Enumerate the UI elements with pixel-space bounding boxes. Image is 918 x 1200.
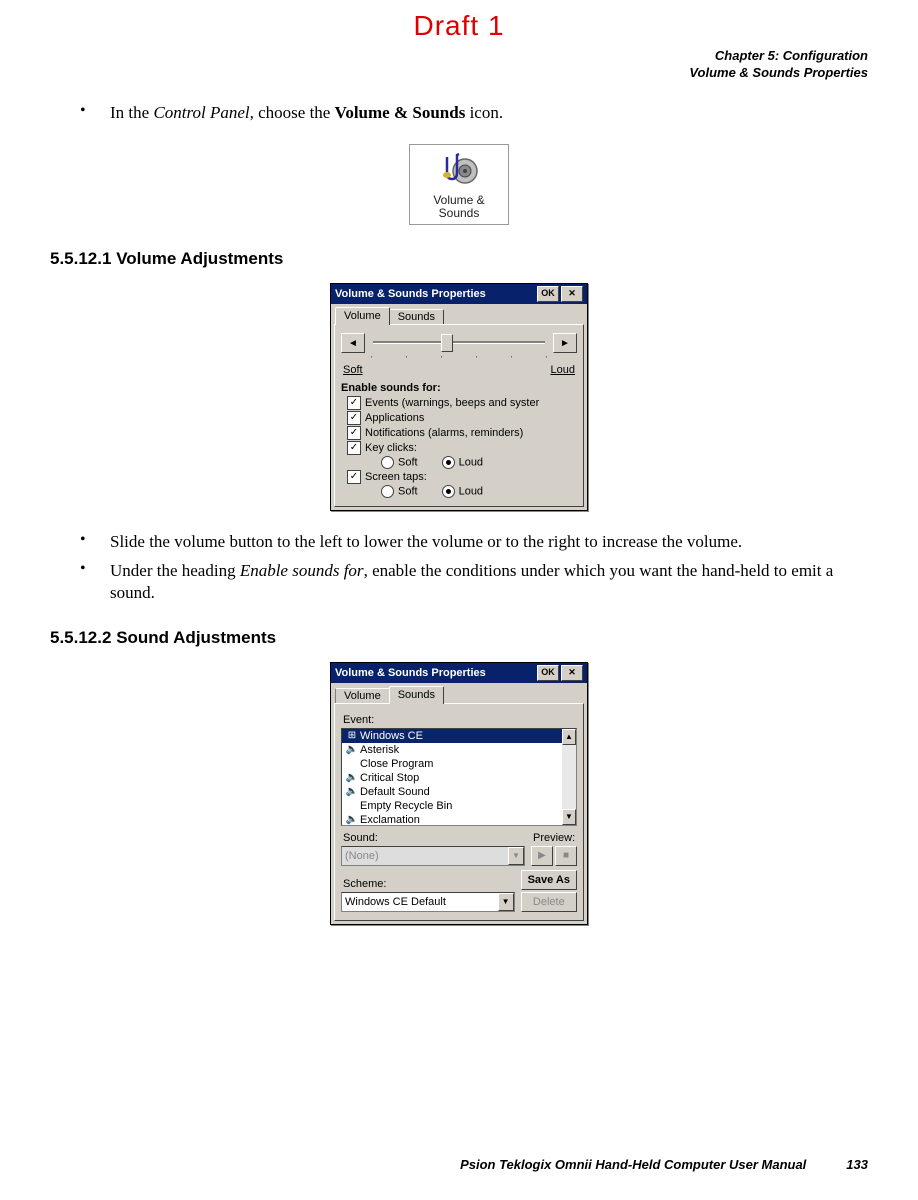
speaker-note-icon — [412, 151, 506, 192]
enable-sounds-header: Enable sounds for: — [341, 382, 577, 394]
save-as-button[interactable]: Save As — [521, 870, 577, 890]
section-heading-2: 5.5.12.2 Sound Adjustments — [50, 628, 868, 648]
checkbox-screentaps[interactable] — [347, 470, 361, 484]
page-header: Chapter 5: Configuration Volume & Sounds… — [689, 48, 868, 82]
sound-icon: 🔈 — [344, 772, 360, 783]
volume-properties-dialog: Volume & Sounds Properties OK Volume Sou… — [330, 283, 588, 511]
bullet-text: Slide the volume button to the left to l… — [110, 531, 868, 553]
list-item[interactable]: 🔈Asterisk — [342, 743, 562, 757]
ok-button[interactable]: OK — [537, 286, 559, 302]
page-number: 133 — [846, 1157, 868, 1172]
list-item[interactable]: 🔈Exclamation — [342, 813, 562, 826]
scroll-down-icon[interactable]: ▼ — [562, 809, 576, 825]
draft-watermark: Draft 1 — [0, 10, 918, 42]
checkbox-events[interactable] — [347, 396, 361, 410]
dialog-title: Volume & Sounds Properties — [335, 288, 535, 300]
play-icon[interactable]: ▶ — [531, 846, 553, 866]
stop-icon[interactable]: ■ — [555, 846, 577, 866]
dialog-title: Volume & Sounds Properties — [335, 667, 535, 679]
volume-sounds-icon-figure: Volume & Sounds — [409, 144, 509, 225]
sound-label: Sound: — [343, 832, 525, 844]
close-icon[interactable] — [561, 286, 583, 302]
event-listbox[interactable]: ⊞Windows CE 🔈Asterisk Close Program 🔈Cri… — [341, 728, 577, 826]
windows-icon: ⊞ — [344, 730, 360, 741]
ok-button[interactable]: OK — [537, 665, 559, 681]
bullet-dot-icon: • — [80, 102, 110, 124]
list-item[interactable]: 🔈Default Sound — [342, 785, 562, 799]
checkbox-keyclicks-label: Key clicks: — [365, 442, 417, 454]
radio-screentaps-loud[interactable] — [442, 485, 455, 498]
list-item[interactable]: 🔈Critical Stop — [342, 771, 562, 785]
volume-decrease-button[interactable]: ◄ — [341, 333, 365, 353]
tab-volume[interactable]: Volume — [335, 307, 390, 325]
bullet-text: In the Control Panel, choose the Volume … — [110, 102, 868, 124]
list-item[interactable]: Close Program — [342, 757, 562, 771]
slider-thumb[interactable] — [441, 334, 453, 352]
instruction-bullet-1: • In the Control Panel, choose the Volum… — [80, 102, 868, 124]
section-heading-1: 5.5.12.1 Volume Adjustments — [50, 249, 868, 269]
scroll-up-icon[interactable]: ▲ — [562, 729, 576, 745]
tab-sounds[interactable]: Sounds — [389, 686, 444, 704]
sound-dropdown: (None) ▼ — [341, 846, 525, 866]
checkbox-screentaps-label: Screen taps: — [365, 471, 427, 483]
checkbox-notifications[interactable] — [347, 426, 361, 440]
list-item[interactable]: Empty Recycle Bin — [342, 799, 562, 813]
sound-icon: 🔈 — [344, 814, 360, 825]
page-footer: Psion Teklogix Omnii Hand-Held Computer … — [460, 1157, 868, 1172]
list-item[interactable]: ⊞Windows CE — [342, 729, 562, 743]
checkbox-notifications-label: Notifications (alarms, reminders) — [365, 427, 523, 439]
radio-keyclicks-soft[interactable] — [381, 456, 394, 469]
delete-button: Delete — [521, 892, 577, 912]
scheme-dropdown[interactable]: Windows CE Default ▼ — [341, 892, 515, 912]
checkbox-keyclicks[interactable] — [347, 441, 361, 455]
loud-label: Loud — [551, 364, 575, 376]
event-label: Event: — [343, 714, 577, 726]
scheme-label: Scheme: — [343, 878, 515, 890]
tab-sounds[interactable]: Sounds — [389, 309, 444, 324]
sound-properties-dialog: Volume & Sounds Properties OK Volume Sou… — [330, 662, 588, 925]
chevron-down-icon: ▼ — [508, 847, 524, 865]
tab-volume[interactable]: Volume — [335, 688, 390, 703]
bullet-dot-icon: • — [80, 531, 110, 553]
instruction-bullet-3: • Under the heading Enable sounds for, e… — [80, 560, 868, 604]
scrollbar[interactable]: ▲ ▼ — [562, 729, 576, 825]
radio-screentaps-soft[interactable] — [381, 485, 394, 498]
volume-increase-button[interactable]: ► — [553, 333, 577, 353]
header-section: Volume & Sounds Properties — [689, 65, 868, 82]
volume-slider[interactable] — [369, 334, 549, 352]
header-chapter: Chapter 5: Configuration — [689, 48, 868, 65]
radio-keyclicks-loud[interactable] — [442, 456, 455, 469]
checkbox-applications-label: Applications — [365, 412, 424, 424]
bullet-text: Under the heading Enable sounds for, ena… — [110, 560, 868, 604]
checkbox-events-label: Events (warnings, beeps and syster — [365, 397, 539, 409]
sound-icon: 🔈 — [344, 786, 360, 797]
preview-label: Preview: — [533, 832, 577, 844]
chevron-down-icon[interactable]: ▼ — [498, 893, 514, 911]
soft-label: Soft — [343, 364, 363, 376]
close-icon[interactable] — [561, 665, 583, 681]
icon-label-line2: Sounds — [412, 207, 506, 220]
sound-icon: 🔈 — [344, 744, 360, 755]
checkbox-applications[interactable] — [347, 411, 361, 425]
instruction-bullet-2: • Slide the volume button to the left to… — [80, 531, 868, 553]
bullet-dot-icon: • — [80, 560, 110, 604]
